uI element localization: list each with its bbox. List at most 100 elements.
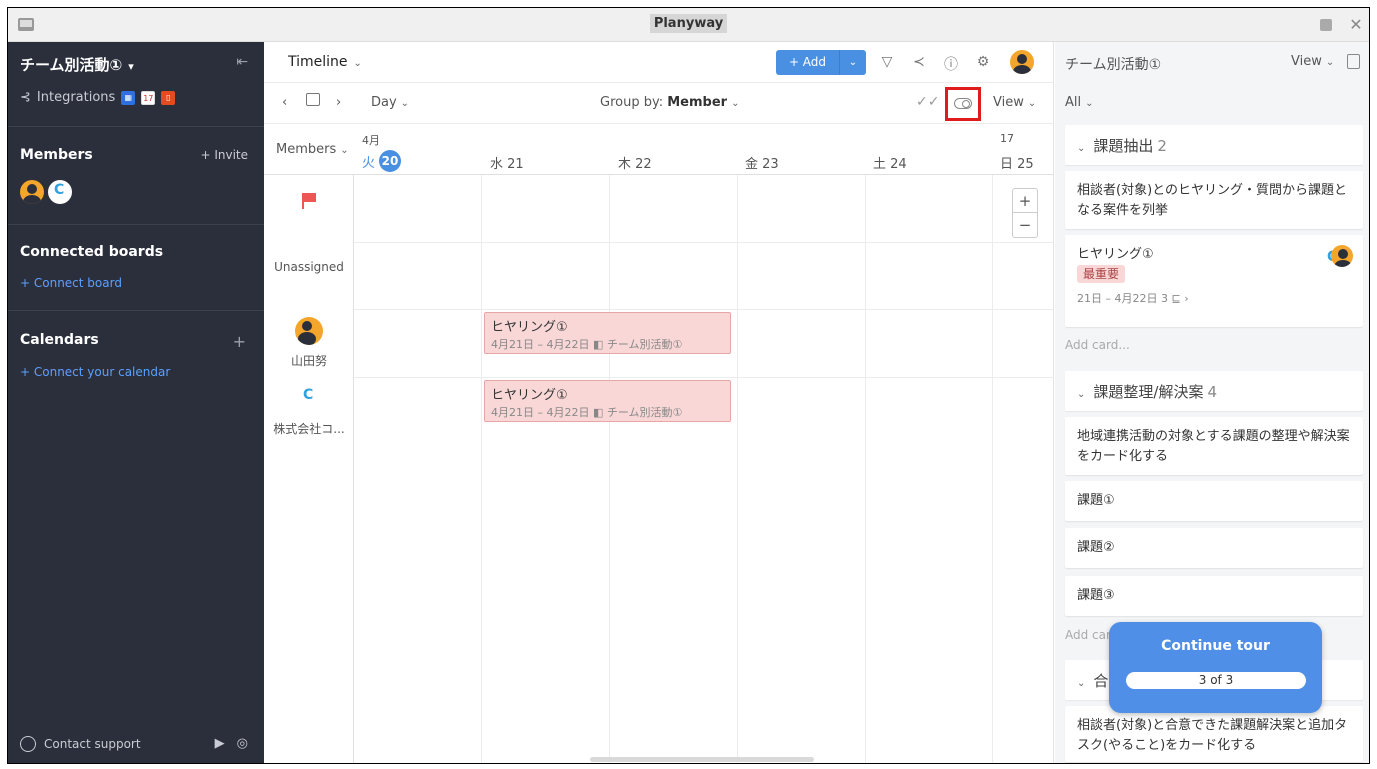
double-check-icon[interactable]: ✓✓: [916, 94, 939, 110]
panel-view-selector[interactable]: View ⌄: [1291, 54, 1334, 69]
chevron-left-icon[interactable]: ‹: [282, 95, 287, 110]
contact-support-label: Contact support: [44, 737, 141, 751]
member-row-label: 山田努: [290, 354, 327, 368]
member-avatars: [20, 180, 72, 204]
list-item[interactable]: 課題③: [1065, 576, 1363, 616]
top-toolbar: Timeline ⌄ + Add ⌄ ▽ ≺ ⓘ ⚙: [264, 42, 1054, 83]
avatar: [297, 385, 321, 409]
integrations-row[interactable]: ⊰ Integrations ▦ 17 ▯: [20, 90, 176, 105]
view-options-label: View: [993, 95, 1024, 110]
list-header[interactable]: ⌄ 課題抽出 2: [1065, 125, 1363, 165]
zoom-controls: + −: [1012, 188, 1038, 238]
view-selector[interactable]: Timeline ⌄: [288, 54, 362, 70]
members-title: Members: [20, 147, 93, 163]
panel-filter[interactable]: All ⌄: [1065, 95, 1094, 110]
week-number: 17: [1000, 132, 1014, 145]
list-name: 合: [1093, 672, 1109, 690]
continue-tour-button[interactable]: Continue tour: [1109, 638, 1322, 654]
priority-badge: 最重要: [1077, 265, 1126, 283]
connect-board-link[interactable]: + Connect board: [20, 276, 122, 290]
connect-calendar-link[interactable]: + Connect your calendar: [20, 365, 170, 379]
integrations-label: Integrations: [36, 90, 116, 105]
add-button-label[interactable]: + Add: [776, 50, 840, 75]
app-links: ▶ ◎: [203, 736, 248, 751]
toggle-visibility-icon[interactable]: [954, 98, 972, 109]
popout-icon[interactable]: [1317, 16, 1335, 34]
share-icon[interactable]: ≺: [910, 54, 928, 70]
day-header-today: 火 20: [362, 150, 402, 172]
timeline-view: Timeline ⌄ + Add ⌄ ▽ ≺ ⓘ ⚙ ‹ › Day ⌄ Group…: [264, 42, 1054, 763]
avatar[interactable]: [20, 180, 44, 204]
list-item[interactable]: 相談者(対象)と合意できた課題解決案と追加タスク(やること)をカード化する: [1065, 706, 1363, 762]
window-titlebar: Planyway ✕: [8, 8, 1369, 42]
task-bar[interactable]: ヒヤリング① 4月21日 – 4月22日 ◧ チーム別活動①: [484, 380, 731, 422]
list-item[interactable]: 相談者(対象)とのヒヤリング・質問から課題となる案件を列挙: [1065, 171, 1363, 229]
task-meta: 4月21日 – 4月22日 ◧ チーム別活動①: [491, 406, 683, 419]
chrome-icon[interactable]: ◎: [237, 736, 248, 751]
zoom-in-button[interactable]: +: [1013, 189, 1037, 213]
list-count: 4: [1207, 383, 1217, 401]
chevron-down-icon: ⌄: [1325, 57, 1335, 68]
avatar: [1331, 245, 1353, 267]
add-calendar-button[interactable]: +: [233, 332, 246, 351]
chevron-down-icon: ⌄: [1085, 98, 1094, 109]
chevron-down-icon: ⌄: [400, 98, 410, 109]
google-calendar-icon: 17: [141, 90, 156, 105]
grid-line: [354, 242, 1054, 243]
list-item[interactable]: 課題①: [1065, 481, 1363, 521]
grid-line: [481, 175, 482, 763]
day-header: 金 23: [745, 157, 779, 172]
timeline-toolbar: ‹ › Day ⌄ Group by: Member ⌄ ✓✓ View ⌄: [264, 83, 1054, 124]
day-header: 木 22: [618, 157, 652, 172]
member-row-label: Unassigned: [274, 260, 344, 274]
list-name: 課題抽出: [1093, 137, 1154, 155]
grid-line: [992, 175, 993, 763]
help-icon[interactable]: ⓘ: [942, 54, 960, 74]
task-title: ヒヤリング①: [491, 320, 568, 335]
task-meta: 4月21日 – 4月22日 ◧ チーム別活動①: [491, 338, 683, 351]
list-name: 課題整理/解決案: [1093, 383, 1204, 401]
board-name: チーム別活動①: [20, 56, 123, 74]
add-button[interactable]: + Add ⌄: [776, 50, 866, 75]
grid-line: [865, 175, 866, 763]
chevron-down-icon: ⌄: [1077, 389, 1086, 400]
tour-popup[interactable]: Continue tour 3 of 3: [1109, 622, 1322, 713]
members-header-label: Members: [276, 142, 337, 157]
user-avatar[interactable]: [1010, 50, 1034, 74]
list-item[interactable]: ヒヤリング① 最重要 21日 – 4月22日 3 ⊑ ›: [1065, 235, 1363, 327]
chevron-right-icon[interactable]: ›: [336, 95, 341, 110]
view-options-selector[interactable]: View ⌄: [993, 95, 1036, 110]
card-meta: 21日 – 4月22日 3 ⊑ ›: [1077, 292, 1189, 305]
group-by-selector[interactable]: Group by: Member ⌄: [600, 95, 739, 110]
list-item[interactable]: 課題②: [1065, 528, 1363, 568]
list-item[interactable]: 地域連携活動の対象とする課題の整理や解決案をカード化する: [1065, 417, 1363, 475]
dock-panel-icon[interactable]: [1347, 54, 1360, 69]
day-header: 水 21: [490, 157, 524, 172]
filter-icon[interactable]: ▽: [878, 54, 896, 70]
close-icon[interactable]: ✕: [1347, 16, 1365, 34]
task-bar[interactable]: ヒヤリング① 4月21日 – 4月22日 ◧ チーム別活動①: [484, 312, 731, 354]
list-header[interactable]: ⌄ 課題整理/解決案 4: [1065, 371, 1363, 411]
play-store-icon[interactable]: ▶: [215, 736, 225, 751]
connected-boards-title: Connected boards: [20, 244, 164, 260]
day-header: 土 24: [873, 157, 907, 172]
zoom-selector[interactable]: Day ⌄: [371, 95, 409, 110]
tour-progress: 3 of 3: [1126, 672, 1306, 689]
calendar-icon[interactable]: [306, 93, 320, 106]
add-card-button[interactable]: Add card...: [1065, 338, 1130, 352]
settings-icon[interactable]: ⚙: [974, 54, 992, 70]
contact-support-link[interactable]: Contact support: [20, 736, 141, 752]
board-selector[interactable]: チーム別活動① ▾: [20, 54, 134, 75]
panel-filter-label: All: [1065, 95, 1082, 110]
zoom-out-button[interactable]: −: [1013, 213, 1037, 237]
add-dropdown-icon[interactable]: ⌄: [840, 50, 866, 75]
chevron-down-icon: ⌄: [1077, 143, 1086, 154]
members-column-header[interactable]: Members ⌄: [276, 142, 349, 157]
avatar[interactable]: [48, 180, 72, 204]
divider: [8, 224, 264, 225]
chevron-down-icon: ⌄: [1027, 98, 1037, 109]
collapse-sidebar-icon[interactable]: ⇤: [236, 54, 248, 70]
invite-button[interactable]: + Invite: [200, 148, 248, 162]
horizontal-scrollbar[interactable]: [590, 757, 814, 762]
list-count: 2: [1157, 137, 1167, 155]
